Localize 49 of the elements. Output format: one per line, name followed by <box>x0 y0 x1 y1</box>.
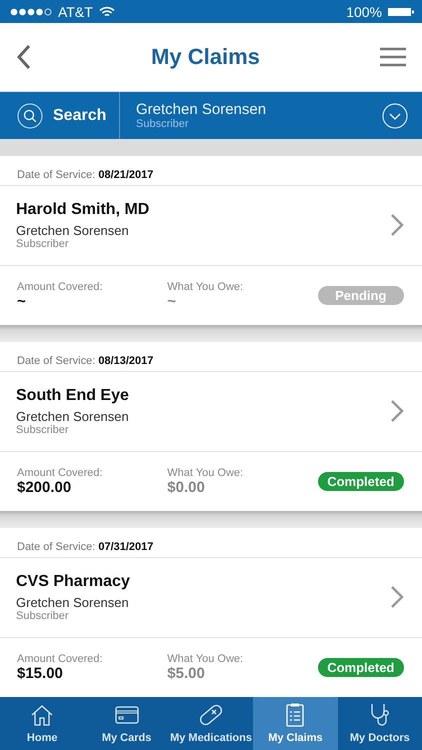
status-badge: Completed <box>318 658 404 677</box>
tab-bar-item[interactable]: My Medications <box>168 696 254 750</box>
amount-covered-value: $15.00 <box>17 664 64 682</box>
service-date: Date of Service: 07/31/2017 <box>17 540 154 553</box>
signal-icon <box>10 8 52 16</box>
tab-bar-item[interactable]: Home <box>0 696 84 750</box>
tab-bar-item[interactable]: My Cards <box>84 696 169 750</box>
you-owe-label: What You Owe: <box>167 652 244 665</box>
claim-row[interactable]: South End Eye Gretchen Sorensen Subscriber <box>0 372 422 452</box>
member-role: Subscriber <box>16 610 70 622</box>
amount-covered-label: Amount Covered: <box>17 652 104 665</box>
member-name: Gretchen Sorensen <box>16 594 130 610</box>
menu-icon[interactable] <box>380 47 406 68</box>
back-icon[interactable] <box>17 44 31 70</box>
chevron-right-icon <box>390 399 404 424</box>
amount-covered-label: Amount Covered: <box>17 280 104 293</box>
chevron-right-icon <box>390 213 404 238</box>
member-dropdown[interactable]: Gretchen Sorensen Subscriber <box>120 92 422 140</box>
wifi-icon <box>98 6 115 18</box>
amount-covered-value: ~ <box>17 292 27 310</box>
amount-covered-value: $200.00 <box>17 478 72 496</box>
battery-percent: 100% <box>346 4 382 20</box>
battery-icon <box>388 6 414 17</box>
tab-bar-item[interactable]: My Claims <box>253 696 338 750</box>
service-date: Date of Service: 08/13/2017 <box>17 354 154 367</box>
claim-row[interactable]: Harold Smith, MD Gretchen Sorensen Subscriber <box>0 186 422 266</box>
chevron-down-icon <box>382 102 408 129</box>
member-role: Subscriber <box>16 238 70 250</box>
provider-name: CVS Pharmacy <box>16 572 130 591</box>
provider-name: South End Eye <box>16 386 129 405</box>
amount-covered-label: Amount Covered: <box>17 466 104 479</box>
you-owe-label: What You Owe: <box>167 280 244 293</box>
you-owe-value: $5.00 <box>167 664 206 682</box>
you-owe-label: What You Owe: <box>167 466 244 479</box>
member-name: Gretchen Sorensen <box>16 222 130 238</box>
claim-row[interactable]: CVS Pharmacy Gretchen Sorensen Subscriber <box>0 558 422 638</box>
search-icon <box>17 102 43 129</box>
provider-name: Harold Smith, MD <box>16 200 150 219</box>
status-badge: Pending <box>318 286 404 305</box>
tab-bar-item[interactable]: My Doctors <box>338 696 422 750</box>
member-role: Subscriber <box>16 424 70 436</box>
status-badge: Completed <box>318 472 404 491</box>
you-owe-value: ~ <box>167 292 178 310</box>
page-title: My Claims <box>151 44 260 70</box>
chevron-right-icon <box>390 585 404 610</box>
carrier-name: AT&T <box>58 4 93 20</box>
member-name: Gretchen Sorensen <box>16 408 129 424</box>
you-owe-value: $0.00 <box>167 478 206 496</box>
service-date: Date of Service: 08/21/2017 <box>17 168 154 181</box>
